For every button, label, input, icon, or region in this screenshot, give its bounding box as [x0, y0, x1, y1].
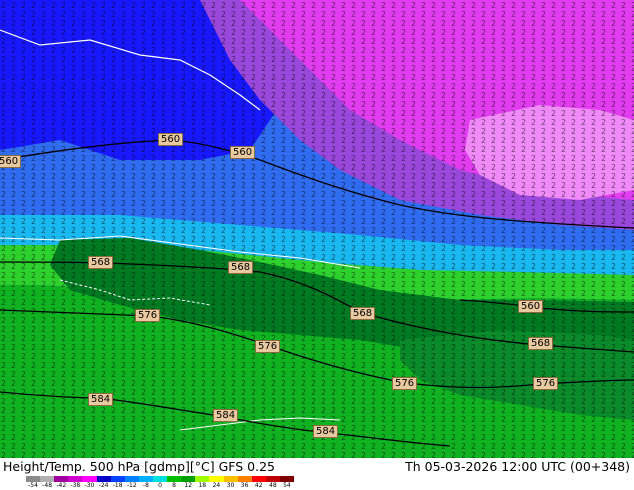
colorbar-tick-label: 8: [172, 482, 177, 489]
contour-label: 584: [213, 409, 239, 422]
contour-label: 560: [0, 155, 22, 168]
colorbar-tick-label: 30: [226, 482, 235, 489]
colorbar-tick-label: -12: [126, 482, 137, 489]
colorbar-tick-label: -48: [42, 482, 53, 489]
colorbar-tick-label: 24: [212, 482, 221, 489]
colorbar-tick-label: -30: [84, 482, 95, 489]
contour-label: 584: [88, 393, 114, 406]
contour-label: 568: [228, 261, 254, 274]
contour-label: 568: [350, 307, 376, 320]
contour-label: 584: [313, 425, 339, 438]
colorbar-tick-label: -54: [28, 482, 38, 489]
colorbar-tick-label: -38: [70, 482, 81, 489]
colorbar-tick-label: 48: [269, 482, 277, 489]
colorbar-tick-label: -18: [112, 482, 123, 489]
colorbar-tick-label: -24: [98, 482, 109, 489]
contour-label: 576: [533, 377, 559, 390]
map-area: 2 560 560 560 568 568 576 568 568 560 57…: [0, 0, 634, 458]
colorbar-tick-label: 12: [184, 482, 193, 489]
contour-label: 560: [518, 300, 544, 313]
colorbar-tick-label: 0: [158, 482, 162, 489]
colorbar-tick-label: 36: [240, 482, 249, 489]
contour-label: 560: [158, 133, 184, 146]
forecast-datetime: Th 05-03-2026 12:00 UTC (00+348): [405, 459, 630, 474]
colorbar-tick-label: 54: [283, 482, 291, 489]
colorbar-tick-label: -8: [142, 482, 149, 489]
contour-label: 576: [392, 377, 418, 390]
contour-label: 576: [135, 309, 161, 322]
colorbar-tick-label: -42: [56, 482, 67, 489]
contour-label: 568: [528, 337, 554, 350]
contour-label: 568: [88, 256, 114, 269]
colorbar-tick-label: 18: [198, 482, 207, 489]
contour-label: 576: [255, 340, 281, 353]
map-title: Height/Temp. 500 hPa [gdmp][°C] GFS 0.25: [3, 459, 275, 474]
footer: Height/Temp. 500 hPa [gdmp][°C] GFS 0.25…: [0, 458, 634, 490]
colorbar-tick-label: 42: [254, 482, 263, 489]
colorbar-labels: -54 -48 -42 -38 -30 -24 -18 -12 -8 0 8 12 18 24 30 36 42…: [26, 482, 294, 490]
contour-label: 560: [230, 146, 256, 159]
